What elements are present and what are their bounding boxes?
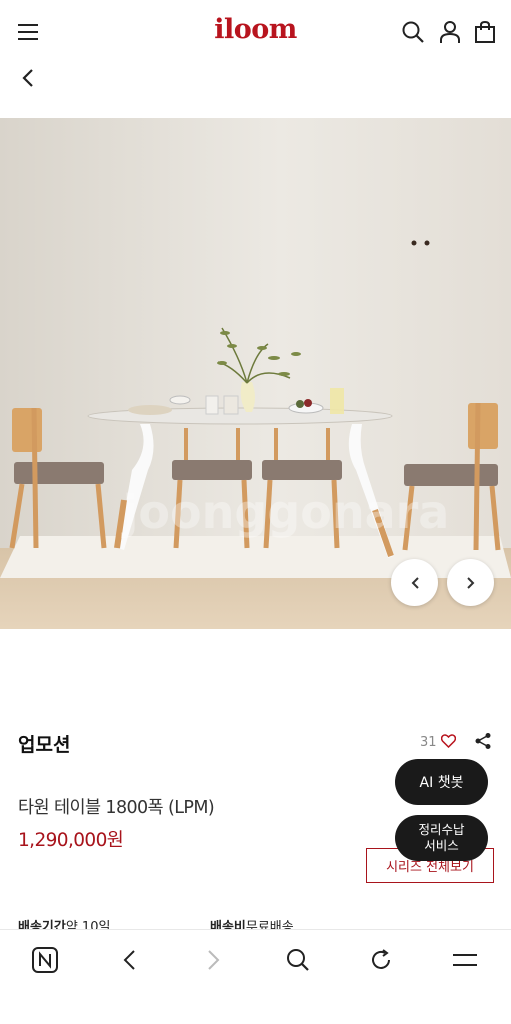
product-name: 업모션 (18, 734, 71, 756)
product-subtitle: 타원 테이블 1800폭 (LPM) (18, 798, 215, 818)
heart-icon (440, 733, 456, 752)
brand-logo[interactable]: iloom (0, 14, 511, 45)
browser-back-icon[interactable] (113, 944, 145, 976)
back-arrow-icon[interactable] (14, 64, 42, 92)
product-price: 1,290,000원 (18, 830, 124, 851)
browser-menu-icon[interactable] (449, 944, 481, 976)
like-count: 31 (420, 735, 437, 750)
like-button[interactable]: 31 (420, 733, 456, 752)
browser-bottom-bar (0, 929, 511, 1024)
product-image-slider[interactable]: joonggonara (0, 118, 511, 629)
search-icon[interactable] (399, 18, 427, 46)
naver-home-icon[interactable] (29, 944, 61, 976)
ai-chatbot-button[interactable]: AI 챗봇 (395, 759, 488, 805)
page-back-row (0, 60, 511, 98)
storage-service-button[interactable]: 정리수납 서비스 (395, 815, 488, 861)
share-icon[interactable] (474, 732, 492, 754)
browser-forward-icon[interactable] (198, 944, 230, 976)
slide-next-button[interactable] (447, 559, 494, 606)
product-photo: joonggonara (0, 118, 511, 629)
user-icon[interactable] (436, 18, 464, 46)
watermark: joonggonara (121, 485, 450, 539)
slide-prev-button[interactable] (391, 559, 438, 606)
site-header: iloom (0, 0, 511, 66)
browser-search-icon[interactable] (282, 944, 314, 976)
refresh-icon[interactable] (365, 944, 397, 976)
delivery-info: 배송기간약 10일 배송비무료배송 (18, 916, 498, 930)
shopping-bag-icon[interactable] (471, 18, 499, 46)
